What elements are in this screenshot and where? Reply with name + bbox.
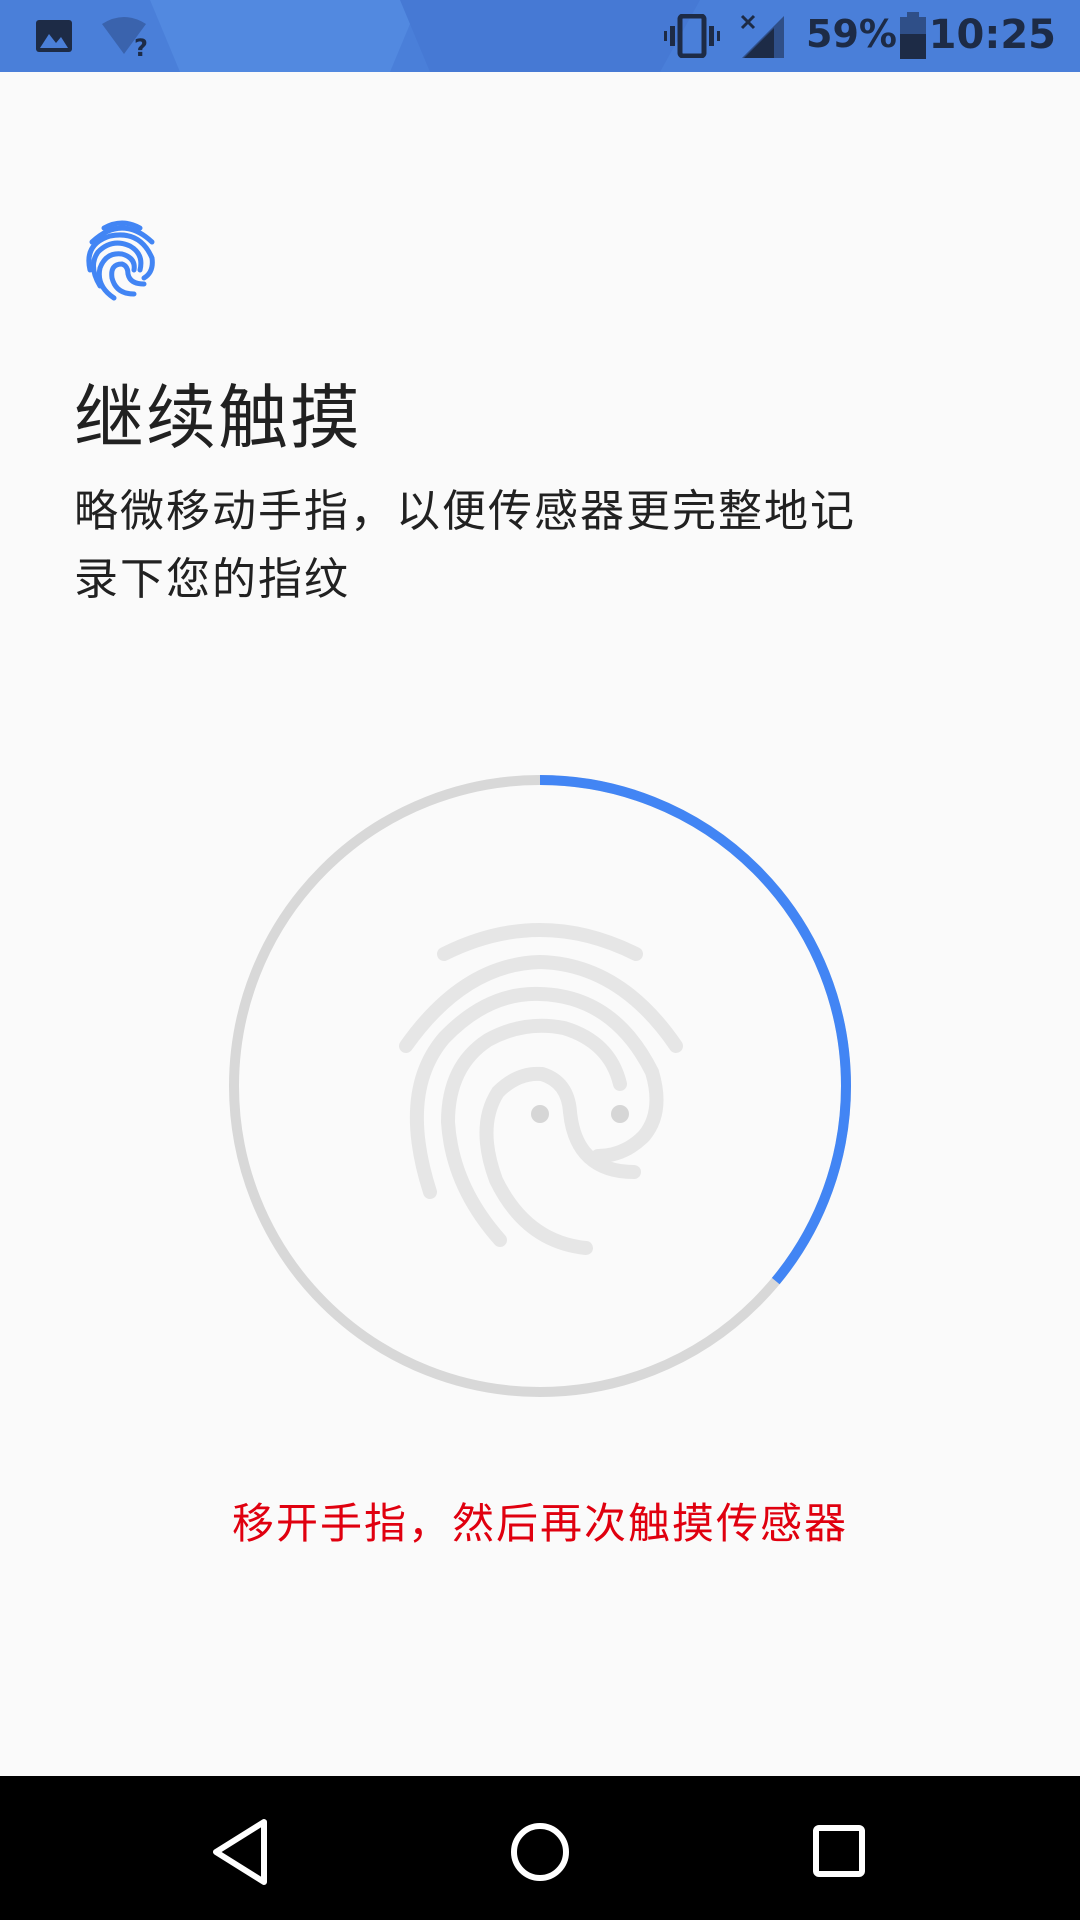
recents-button[interactable] <box>800 1812 880 1892</box>
error-message: 移开手指，然后再次触摸传感器 <box>231 1499 848 1548</box>
status-bar: ? 59% 10:25 <box>0 0 1080 72</box>
vibrate-icon <box>664 14 720 58</box>
fingerprint-delta-dot <box>611 1105 629 1123</box>
fingerprint-enroll-screen: ? 59% 10:25 继续触摸 略微移动手指，以便传感器更完整地记录下您的指纹… <box>0 0 1080 1920</box>
page-title: 继续触摸 <box>74 377 362 459</box>
back-button[interactable] <box>200 1812 280 1892</box>
fingerprint-large-icon <box>399 923 683 1255</box>
wifi-unknown-icon: ? <box>102 17 148 58</box>
fingerprint-header-icon <box>86 220 155 301</box>
navigation-bar <box>0 1776 1080 1920</box>
gallery-icon <box>36 20 72 52</box>
no-signal-icon <box>740 14 784 58</box>
enroll-progress-ring <box>229 775 851 1397</box>
fingerprint-core-dot <box>531 1105 549 1123</box>
svg-text:?: ? <box>134 34 148 58</box>
battery-icon <box>900 12 926 59</box>
page-description: 略微移动手指，以便传感器更完整地记录下您的指纹 <box>74 486 856 605</box>
clock: 10:25 <box>928 12 1056 58</box>
home-button[interactable] <box>500 1812 580 1892</box>
battery-percent: 59% <box>806 12 897 56</box>
